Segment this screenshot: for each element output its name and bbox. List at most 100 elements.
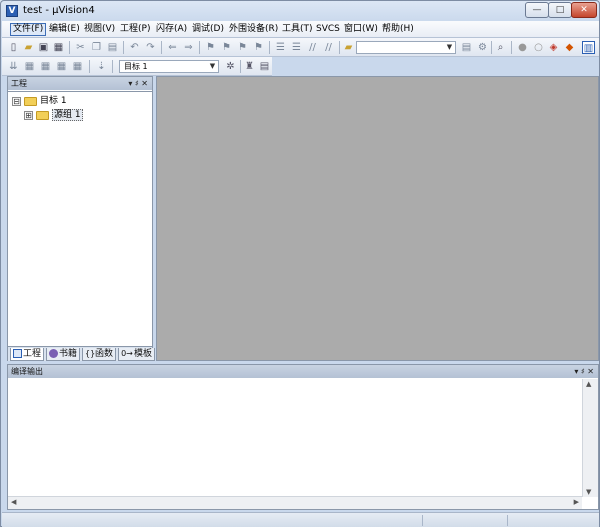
tab-project[interactable]: 工程 [10,348,45,361]
tab-templates[interactable]: 0→模板 [118,348,156,361]
tab-books[interactable]: 书籍 [46,348,81,361]
minimize-button[interactable]: — [525,2,549,18]
maximize-button[interactable]: □ [548,2,572,18]
uvision-app-icon[interactable]: V [6,5,18,17]
bookmark-next-icon[interactable]: ⚑ [236,41,249,54]
bookmark-clear-icon[interactable]: ⚑ [252,41,265,54]
menu-view[interactable]: 视图(V) [82,23,117,36]
menu-help[interactable]: 帮助(H) [380,23,416,36]
toolbar-separator [112,60,113,73]
editor-area[interactable] [156,76,599,361]
templates-tab-icon: 0→ [121,349,133,358]
incremental-find-icon[interactable]: ⚙ [476,41,489,54]
find-combo[interactable]: ▼ [356,41,456,54]
tab-label: 工程 [23,349,42,359]
chevron-down-icon[interactable]: ▼ [445,42,454,53]
debug-session-icon[interactable]: ⌕ [494,41,507,54]
tab-functions[interactable]: {}函数 [82,348,117,361]
build-output-header: 编译输出 ▾ ♯ ✕ [8,365,598,378]
navigate-back-icon[interactable]: ⇐ [166,41,179,54]
comment-icon[interactable]: // [306,41,319,54]
uncomment-icon[interactable]: // [322,41,335,54]
toolbar-separator [511,41,512,54]
window-layout-icon[interactable]: ▥ [582,41,595,54]
toolbar-separator [161,41,162,54]
books-tab-icon [49,349,58,358]
horizontal-scrollbar[interactable]: ◀ ▶ [8,496,582,509]
menu-edit[interactable]: 编辑(E) [47,23,82,36]
save-icon[interactable]: ▣ [37,41,50,54]
target-options-icon[interactable]: ✲ [224,60,237,73]
expand-icon[interactable]: ⊞ [24,110,33,120]
status-cell-divider [507,515,508,526]
manage-books-icon[interactable]: ▤ [258,60,271,73]
project-panel: 工程 ▾ ♯ ✕ ⊟ 目标 1 ⊞ 源组 1 工程 书籍 {}函数 0→模板 [7,76,156,361]
tree-item-label: 目标 1 [40,96,67,106]
panel-pin-close-icons[interactable]: ▾ ♯ ✕ [574,365,594,378]
undo-icon[interactable]: ↶ [128,41,141,54]
tree-item-target[interactable]: ⊟ 目标 1 [12,95,67,107]
download-icon[interactable]: ⇣ [95,60,108,73]
breakpoint-enable-icon[interactable]: ○ [532,41,545,54]
find-icon[interactable]: ▤ [460,41,473,54]
chevron-down-icon[interactable]: ▼ [208,61,217,72]
paste-icon[interactable]: ▤ [106,41,119,54]
status-bar [2,512,599,527]
breakpoint-kill-all-icon[interactable]: ◆ [563,41,576,54]
breakpoint-disable-icon[interactable]: ◈ [547,41,560,54]
build-toolbar: ⇊ ▦ ▦ ▦ ▦ ⇣ 目标 1 ▼ ✲ ♜ ▤ [2,57,272,76]
target-folder-icon [24,96,37,106]
panel-pin-close-icons[interactable]: ▾ ♯ ✕ [128,77,148,90]
bookmark-insert-icon[interactable]: ⚑ [204,41,217,54]
window-title: test - µVision4 [23,5,95,16]
toolbar-separator [339,41,340,54]
functions-tab-icon: {} [85,349,96,358]
navigate-forward-icon[interactable]: ⇒ [182,41,195,54]
menu-peripherals[interactable]: 外围设备(R) [227,23,280,36]
translate-icon[interactable]: ⇊ [7,60,20,73]
scroll-down-icon[interactable]: ▼ [586,488,591,496]
build-output-text[interactable] [8,379,582,499]
unindent-icon[interactable]: ☰ [290,41,303,54]
menu-file[interactable]: 文件(F) [10,23,47,36]
menu-tools[interactable]: 工具(T) [280,23,315,36]
file-extensions-icon[interactable]: ♜ [243,60,256,73]
scroll-left-icon[interactable]: ◀ [11,498,16,506]
build-icon[interactable]: ▦ [23,60,36,73]
batch-build-icon[interactable]: ▦ [55,60,68,73]
menu-debug[interactable]: 调试(D) [190,23,226,36]
redo-icon[interactable]: ↷ [144,41,157,54]
menu-svcs[interactable]: SVCS [314,23,342,36]
stop-build-icon[interactable]: ▦ [71,60,84,73]
tab-label: 模板 [134,349,153,359]
tree-item-source-group[interactable]: ⊞ 源组 1 [24,109,83,121]
project-panel-tabs: 工程 书籍 {}函数 0→模板 [8,346,156,361]
rebuild-icon[interactable]: ▦ [39,60,52,73]
status-cell-divider [422,515,423,526]
find-in-files-icon[interactable]: ▰ [342,41,355,54]
collapse-icon[interactable]: ⊟ [12,96,21,106]
menu-window[interactable]: 窗口(W) [342,23,380,36]
toolbar-separator [69,41,70,54]
project-tree: ⊟ 目标 1 ⊞ 源组 1 [8,91,152,346]
new-file-icon[interactable]: ▯ [7,41,20,54]
menu-project[interactable]: 工程(P) [118,23,152,36]
copy-icon[interactable]: ❐ [90,41,103,54]
build-output-title: 编译输出 [11,367,43,376]
toolbar-separator [199,41,200,54]
cut-icon[interactable]: ✂ [74,41,87,54]
project-panel-header: 工程 ▾ ♯ ✕ [8,77,152,90]
close-button[interactable]: ✕ [571,2,597,18]
breakpoint-insert-icon[interactable]: ● [516,41,529,54]
scroll-up-icon[interactable]: ▲ [586,380,591,388]
vertical-scrollbar[interactable]: ▲ ▼ [582,379,598,497]
folder-icon [36,110,49,120]
target-select[interactable]: 目标 1 ▼ [119,60,219,73]
bookmark-prev-icon[interactable]: ⚑ [220,41,233,54]
scroll-right-icon[interactable]: ▶ [574,498,579,506]
open-file-icon[interactable]: ▰ [22,41,35,54]
tree-item-label: 源组 1 [52,109,83,121]
save-all-icon[interactable]: ▦ [52,41,65,54]
indent-icon[interactable]: ☰ [274,41,287,54]
menu-flash[interactable]: 闪存(A) [154,23,189,36]
